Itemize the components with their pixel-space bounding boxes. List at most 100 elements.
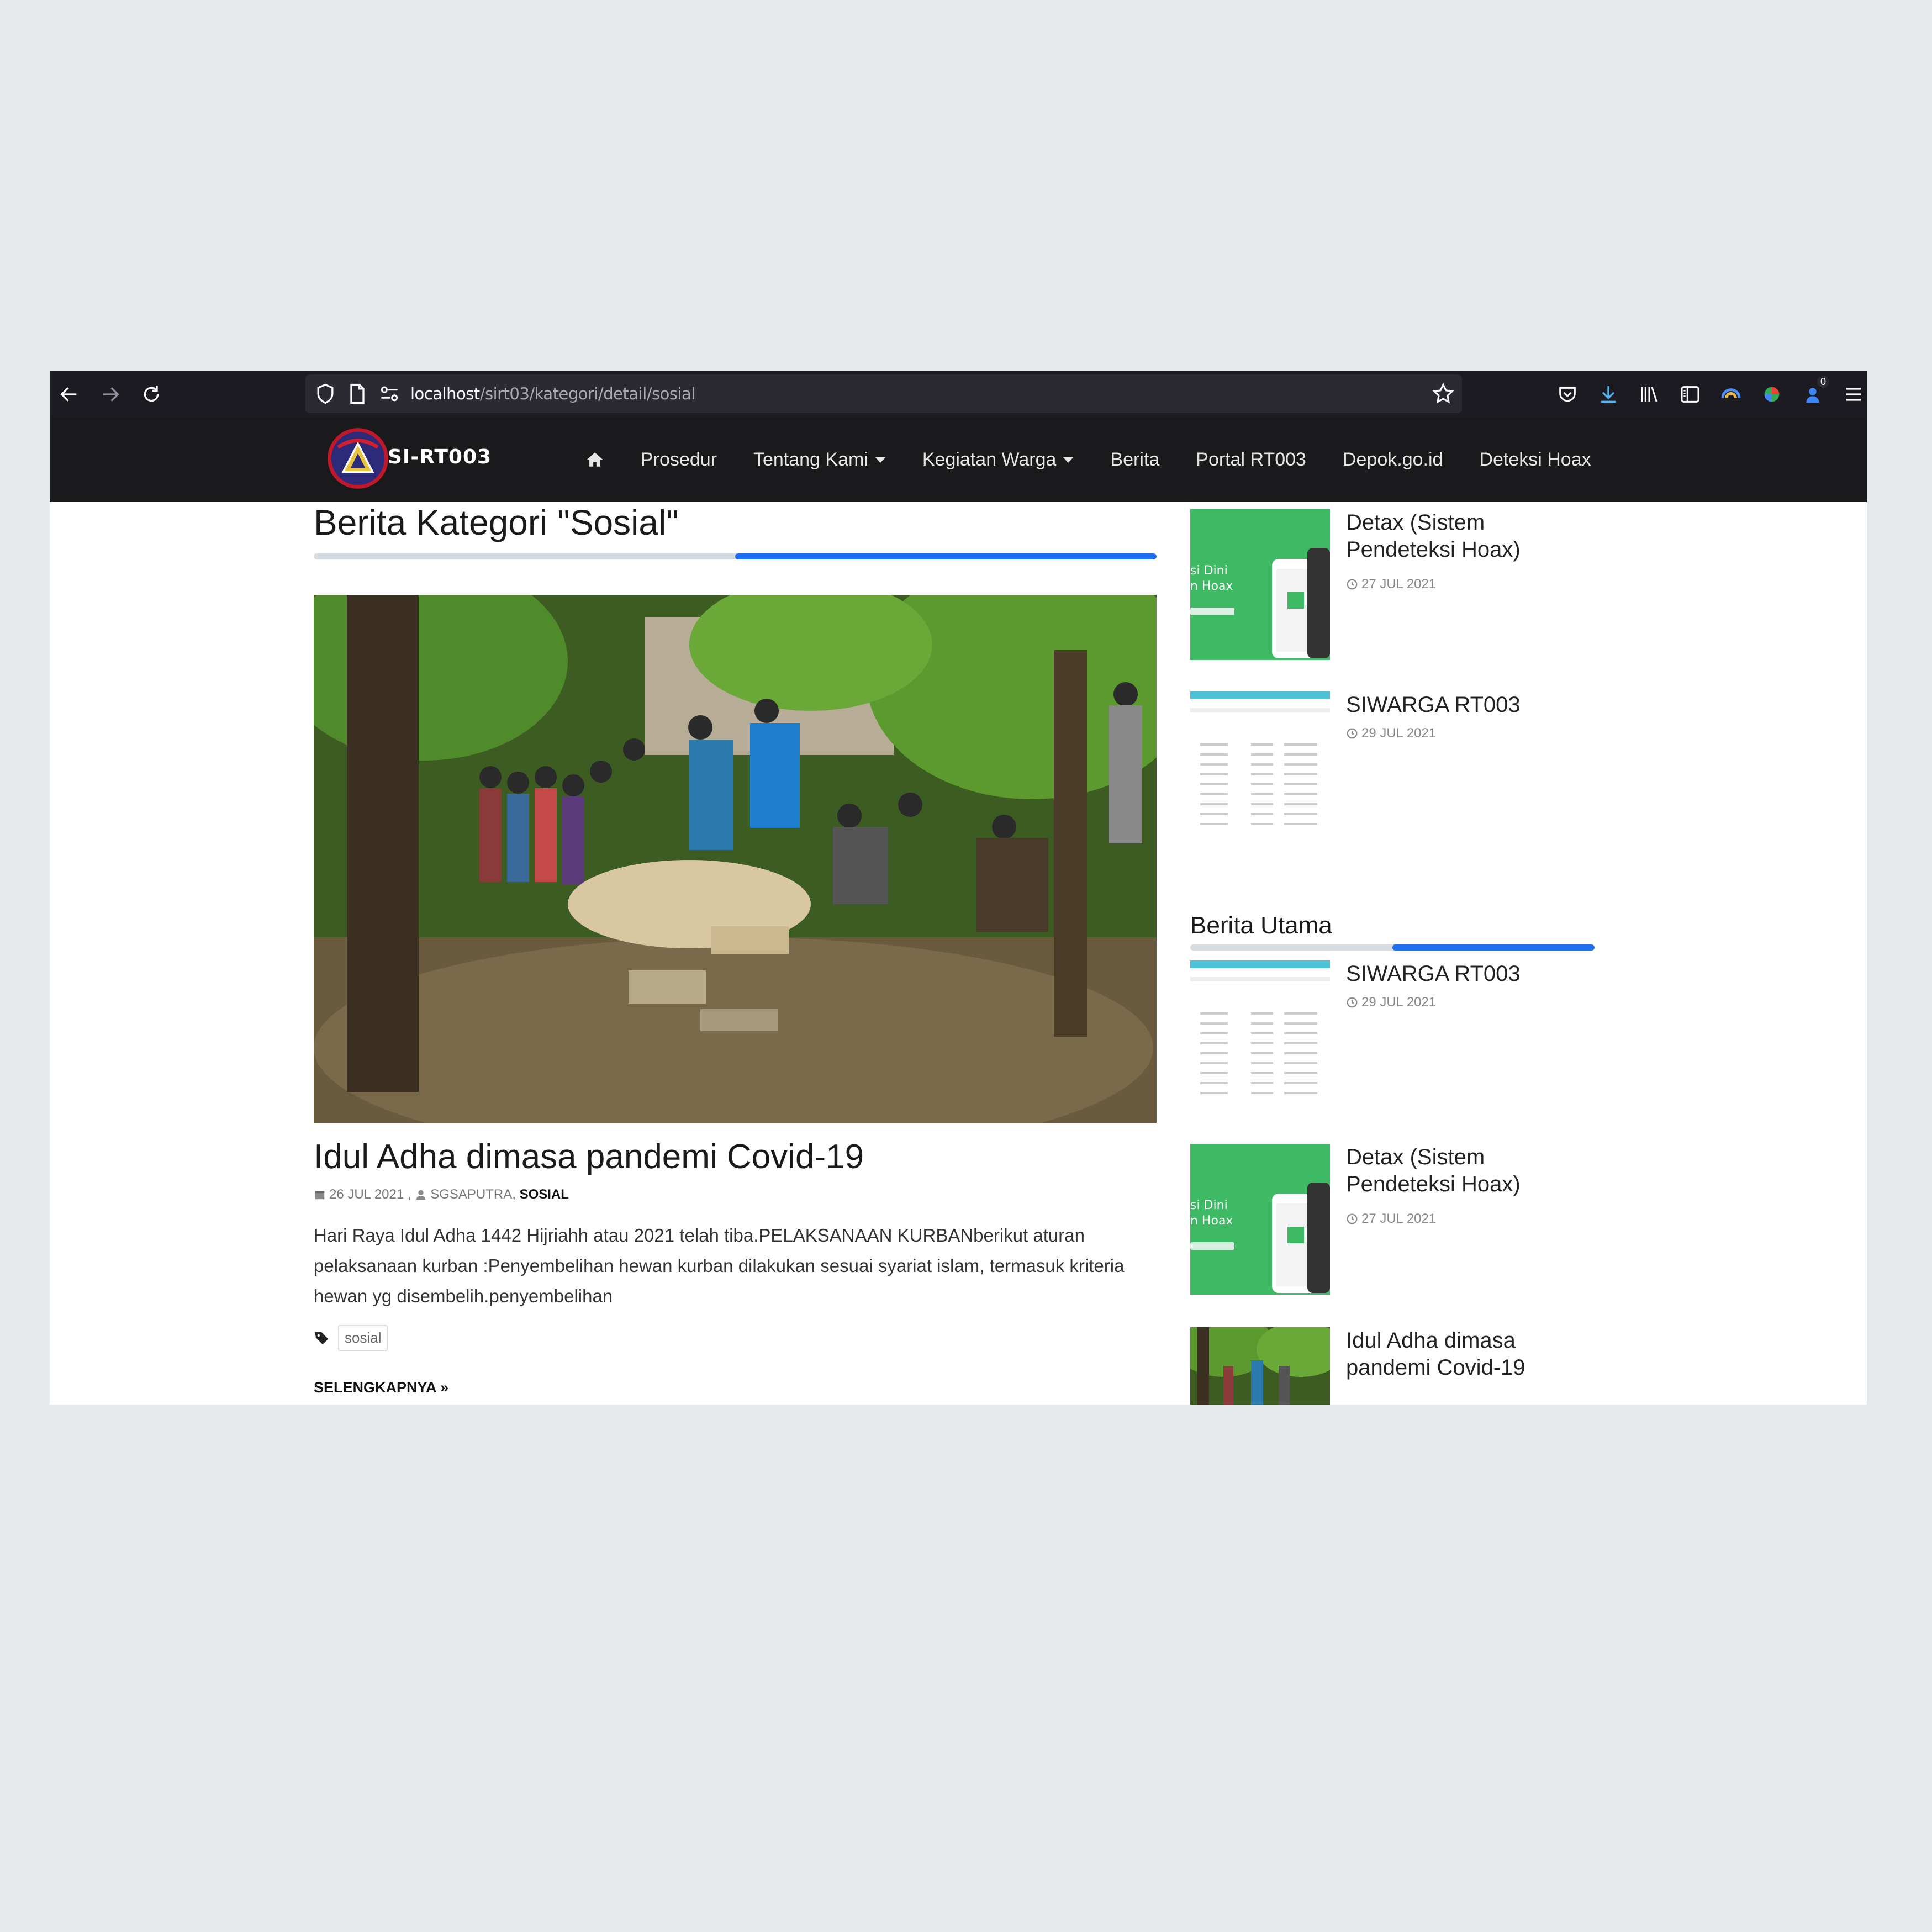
extension-rainbow-icon (1721, 388, 1741, 399)
pocket-icon (1559, 387, 1576, 402)
nav-tentang-kami[interactable]: Tentang Kami (753, 449, 886, 471)
thumb-text: n Hoax (1190, 1214, 1233, 1228)
extension-button-3[interactable]: 0 (1799, 376, 1829, 408)
date-text: 29 JUL 2021 (1361, 995, 1437, 1010)
sidebar-featured-item[interactable]: si Dini n Hoax Detax (Sistem Pendeteksi … (1190, 1144, 1599, 1296)
brand-name[interactable]: SI-RT003 (388, 446, 492, 468)
meta-separator: , (404, 1187, 415, 1202)
reload-icon (144, 386, 159, 402)
qurban-photo (314, 595, 1157, 1123)
url-text[interactable]: localhost/sirt03/kategori/detail/sosial (410, 374, 695, 413)
library-button[interactable] (1636, 381, 1662, 408)
sidebar-item-title[interactable]: Idul Adha dimasa pandemi Covid-19 (1346, 1327, 1600, 1381)
detax-app-image: si Dini n Hoax (1190, 1144, 1330, 1295)
clock-icon (1347, 1213, 1358, 1224)
siwarga-table-image (1190, 691, 1330, 842)
back-button[interactable] (56, 381, 82, 408)
nav-portal-rt003[interactable]: Portal RT003 (1196, 449, 1306, 471)
reload-button[interactable] (138, 381, 165, 408)
post-excerpt: Hari Raya Idul Adha 1442 Hijriahh atau 2… (314, 1225, 1125, 1306)
tag-chip[interactable]: sosial (338, 1325, 388, 1351)
page-icon[interactable] (345, 382, 369, 406)
extension-leaf-icon (1764, 387, 1780, 402)
forward-button[interactable] (97, 381, 124, 408)
extension-button-2[interactable] (1759, 381, 1785, 408)
tags-icon (315, 1332, 329, 1344)
browser-window: localhost/sirt03/kategori/detail/sosial … (50, 371, 1867, 1405)
extension-button-1[interactable] (1718, 381, 1744, 408)
page-title: Berita Kategori "Sosial" (314, 503, 679, 542)
post-meta: 26 JUL 2021 , SGSAPUTRA , SOSIAL (314, 1187, 569, 1202)
nav-kegiatan-warga[interactable]: Kegiatan Warga (922, 449, 1074, 471)
nav-deteksi-hoax[interactable]: Deteksi Hoax (1479, 449, 1591, 471)
read-more-link[interactable]: SELENGKAPNYA » (314, 1379, 448, 1396)
thumb-text: si Dini (1190, 564, 1228, 578)
permissions-icon[interactable] (377, 382, 402, 406)
pocket-button[interactable] (1554, 381, 1581, 408)
sidebar-item-title[interactable]: Detax (Sistem Pendeteksi Hoax) (1346, 1144, 1600, 1198)
date-text: 29 JUL 2021 (1361, 726, 1437, 741)
downloads-button[interactable] (1595, 381, 1622, 408)
detax-thumbnail[interactable]: si Dini n Hoax (1190, 509, 1330, 660)
detax-thumbnail[interactable]: si Dini n Hoax (1190, 1144, 1330, 1295)
sidebar-icon (1681, 386, 1699, 403)
nav-label: Deteksi Hoax (1479, 448, 1591, 470)
siwarga-table-image (1190, 960, 1330, 1111)
url-path: /sirt03/kategori/detail/sosial (479, 384, 696, 403)
clock-icon (1347, 579, 1358, 590)
sidebar-recent-item[interactable]: si Dini n Hoax Detax (Sistem Pendeteksi … (1190, 509, 1599, 661)
sidebar-featured-item[interactable]: Idul Adha dimasa pandemi Covid-19 (1190, 1327, 1599, 1405)
nav-label: Kegiatan Warga (922, 448, 1057, 470)
post-title[interactable]: Idul Adha dimasa pandemi Covid-19 (314, 1137, 864, 1176)
url-host: localhost (410, 384, 480, 403)
caret-down-icon (874, 456, 886, 463)
sidebar-item-title[interactable]: Detax (Sistem Pendeteksi Hoax) (1346, 509, 1600, 563)
nav-depok[interactable]: Depok.go.id (1343, 449, 1443, 471)
shield-icon[interactable] (313, 382, 337, 406)
divider-accent (735, 553, 1157, 559)
date-text: 27 JUL 2021 (1361, 577, 1437, 592)
sidebar-featured-item[interactable]: SIWARGA RT003 29 JUL 2021 (1190, 960, 1599, 1112)
forward-arrow-icon (103, 387, 119, 402)
sidebar-item-title[interactable]: SIWARGA RT003 (1346, 960, 1600, 988)
browser-toolbar: localhost/sirt03/kategori/detail/sosial … (50, 371, 1867, 417)
siwarga-thumbnail[interactable] (1190, 960, 1330, 1111)
download-icon (1601, 386, 1616, 403)
sidebar-heading: Berita Utama (1190, 912, 1332, 939)
nav-prosedur[interactable]: Prosedur (641, 449, 717, 471)
home-icon (587, 452, 603, 467)
sidebar-item-date: 29 JUL 2021 (1346, 726, 1436, 741)
menu-button[interactable] (1840, 381, 1867, 408)
thumb-text: n Hoax (1190, 579, 1233, 593)
post-tags: sosial (314, 1325, 388, 1351)
site-navbar: SI-RT003 Prosedur Tentang Kami Kegiatan … (50, 417, 1867, 502)
siwarga-thumbnail[interactable] (1190, 691, 1330, 842)
nav-label: Depok.go.id (1342, 448, 1443, 470)
sidebar-divider (1190, 944, 1595, 951)
clock-icon (1347, 728, 1358, 739)
address-bar[interactable]: localhost/sirt03/kategori/detail/sosial (305, 374, 1462, 413)
calendar-icon (315, 1191, 325, 1200)
nav-label: Tentang Kami (753, 448, 868, 470)
date-text: 27 JUL 2021 (1361, 1211, 1437, 1226)
qurban-thumb-image (1190, 1327, 1330, 1405)
thumb-text: si Dini (1190, 1199, 1228, 1212)
nav-home[interactable] (585, 450, 604, 469)
post-category[interactable]: SOSIAL (520, 1187, 569, 1202)
sidebar-item-date: 27 JUL 2021 (1346, 1211, 1436, 1227)
double-chevron-right-icon: » (440, 1379, 449, 1396)
nav-label: Berita (1110, 448, 1160, 470)
sidebar-toggle-button[interactable] (1677, 381, 1703, 408)
nav-berita[interactable]: Berita (1110, 449, 1159, 471)
post-date: 26 JUL 2021 (329, 1187, 404, 1202)
post-hero-image[interactable] (314, 595, 1157, 1123)
meta-separator: , (512, 1187, 520, 1202)
nav-label: Portal RT003 (1196, 448, 1306, 470)
bookmark-star-icon[interactable] (1431, 382, 1455, 406)
sidebar-item-title[interactable]: SIWARGA RT003 (1346, 691, 1600, 719)
divider-accent (1392, 944, 1595, 951)
sidebar-recent-item[interactable]: SIWARGA RT003 29 JUL 2021 (1190, 691, 1599, 843)
idul-adha-thumbnail[interactable] (1190, 1327, 1330, 1405)
site-logo[interactable] (327, 427, 389, 489)
extension-badge: 0 (1817, 376, 1829, 388)
